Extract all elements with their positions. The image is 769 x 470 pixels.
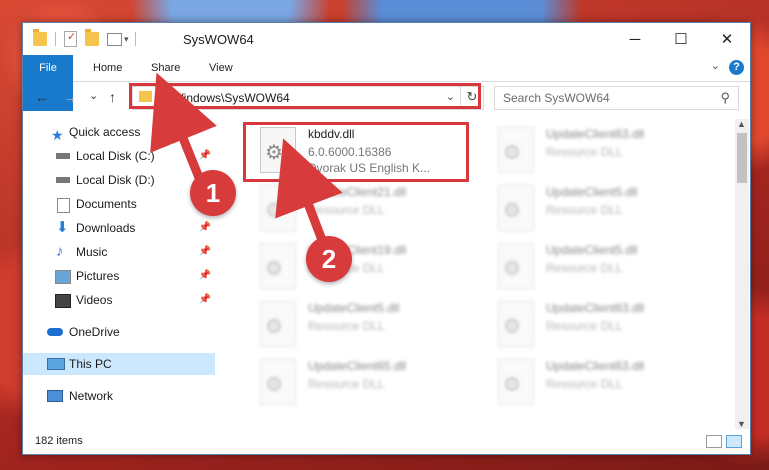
callout-1-arrow xyxy=(150,72,217,182)
callout-1-badge: 1 xyxy=(190,170,236,216)
callout-2-badge: 2 xyxy=(306,236,352,282)
callout-arrows xyxy=(150,72,343,242)
callout-2-arrow xyxy=(275,138,343,242)
